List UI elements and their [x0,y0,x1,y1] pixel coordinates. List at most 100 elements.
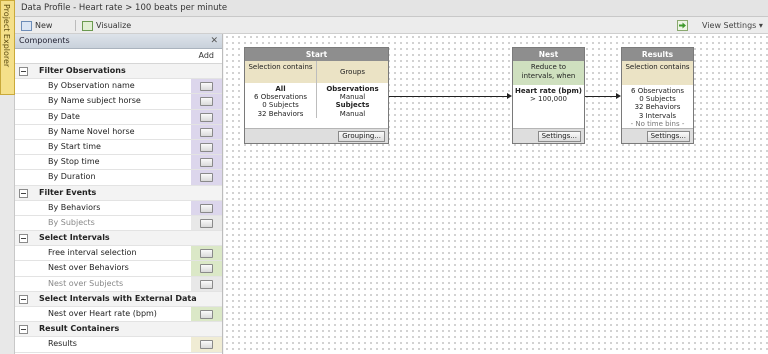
component-label: By Stop time [48,157,100,167]
start-all-label: All [275,85,286,93]
component-by-observation-name[interactable]: By Observation name [15,79,222,95]
project-explorer-handle[interactable]: Project Explorer [0,0,15,95]
add-cell [191,215,222,231]
results-observations-count: 6 Observations [631,87,684,95]
start-groups-body: Observations Manual Subjects Manual [317,83,388,118]
category-label: Filter Observations [39,66,126,75]
nest-node-header: Reduce to intervals, when [513,61,584,85]
category-result-containers[interactable]: Result Containers [15,322,222,338]
category-filter-observations[interactable]: Filter Observations [15,64,222,80]
visualize-button[interactable]: Visualize [82,19,131,32]
nest-node[interactable]: Nest Reduce to intervals, when Heart rat… [512,47,585,144]
results-settings-button[interactable]: Settings... [646,131,690,142]
component-by-behaviors[interactable]: By Behaviors [15,200,222,216]
new-button[interactable]: New [21,19,52,32]
category-select-intervals-with-external-data[interactable]: Select Intervals with External Data [15,291,222,307]
collapse-icon[interactable] [19,294,28,304]
component-nest-over-heart-rate-bpm[interactable]: Nest over Heart rate (bpm) [15,307,222,323]
start-node-footer: Grouping... [245,128,388,143]
add-button[interactable] [200,310,213,319]
category-label: Result Containers [39,324,120,334]
nest-to-results-connector [585,96,616,97]
category-select-intervals[interactable]: Select Intervals [15,231,222,247]
results-node-footer: Settings... [622,128,693,143]
results-behaviors-count: 32 Behaviors [634,103,681,112]
add-cell [191,337,222,352]
add-button[interactable] [200,142,213,152]
component-by-duration[interactable]: By Duration [15,170,222,186]
start-node-title: Start [245,48,388,61]
add-button[interactable] [200,127,213,137]
nest-settings-button[interactable]: Settings... [537,131,581,142]
run-arrow-icon[interactable] [677,20,688,31]
results-intervals-count: 3 Intervals [638,111,677,120]
profile-canvas[interactable]: Start Selection contains All 6 Observati… [224,34,768,354]
collapse-icon[interactable] [19,67,28,76]
nest-threshold-value: > 100,000 [529,95,568,104]
add-button[interactable] [200,203,213,213]
category-filter-events[interactable]: Filter Events [15,185,222,201]
add-column-header: Add [15,49,222,64]
toolbar-divider [75,20,76,31]
component-label: Nest over Heart rate (bpm) [48,309,157,318]
visualize-icon [82,20,93,31]
category-label: Filter Events [39,187,97,197]
component-results[interactable]: Results [15,337,222,353]
add-button[interactable] [200,112,213,122]
components-header: Components ✕ [15,34,222,49]
component-nest-over-subjects: Nest over Subjects [15,276,222,292]
collapse-icon[interactable] [19,325,28,335]
collapse-icon[interactable] [19,234,28,244]
add-button[interactable] [200,97,213,107]
start-node[interactable]: Start Selection contains All 6 Observati… [244,47,389,144]
groups-observations-label: Observations [326,85,379,93]
start-selection-body: All 6 Observations 0 Subjects 32 Behavio… [245,83,316,118]
add-cell [191,109,222,124]
component-by-date[interactable]: By Date [15,109,222,125]
component-label: By Name subject horse [48,96,141,106]
add-cell [191,139,222,155]
results-node[interactable]: Results Selection contains 6 Observation… [621,47,694,144]
start-selection-column: Selection contains All 6 Observations 0 … [245,61,317,118]
project-explorer-label: Project Explorer [2,4,11,68]
start-node-columns: Selection contains All 6 Observations 0 … [245,61,388,118]
component-by-stop-time[interactable]: By Stop time [15,155,222,171]
view-settings-button[interactable]: View Settings ▾ [702,19,763,32]
add-button[interactable] [200,264,213,274]
add-cell [191,79,222,94]
results-node-body: 6 Observations 0 Subjects 32 Behaviors 3… [622,85,693,128]
component-by-name-novel-horse[interactable]: By Name Novel horse [15,124,222,140]
results-node-header: Selection contains [622,61,693,85]
start-groups-column: Groups Observations Manual Subjects Manu… [317,61,388,118]
grouping-button[interactable]: Grouping... [338,131,385,142]
component-by-start-time[interactable]: By Start time [15,139,222,156]
chevron-down-icon: ▾ [758,21,763,30]
add-button[interactable] [200,82,213,92]
component-label: Free interval selection [48,248,137,258]
category-label: Select Intervals with External Data [39,293,197,303]
component-label: By Observation name [48,81,135,91]
component-free-interval-selection[interactable]: Free interval selection [15,246,222,262]
collapse-icon[interactable] [19,188,28,198]
category-label: Select Intervals [39,233,110,243]
add-button[interactable] [200,158,213,168]
component-nest-over-behaviors[interactable]: Nest over Behaviors [15,261,222,277]
start-behaviors-count: 32 Behaviors [257,109,304,118]
add-button[interactable] [200,173,213,183]
groups-observations-mode: Manual [339,93,366,102]
component-label: By Name Novel horse [48,126,135,136]
results-node-title: Results [622,48,693,61]
add-button[interactable] [200,340,213,350]
component-label: By Start time [48,141,101,151]
component-by-name-subject-horse[interactable]: By Name subject horse [15,94,222,110]
nest-intervals-label: intervals, when [521,72,576,80]
close-icon[interactable]: ✕ [210,34,218,48]
components-list: Filter Observations By Observation name By… [15,64,222,353]
add-cell [191,276,222,291]
add-button[interactable] [200,249,213,259]
components-panel: Components ✕ Add Filter Observations By O… [15,34,223,354]
add-cell [191,200,222,215]
component-label: Nest over Behaviors [48,263,129,273]
add-cell [191,307,222,322]
project-explorer-tab[interactable]: Project Explorer [0,0,15,354]
